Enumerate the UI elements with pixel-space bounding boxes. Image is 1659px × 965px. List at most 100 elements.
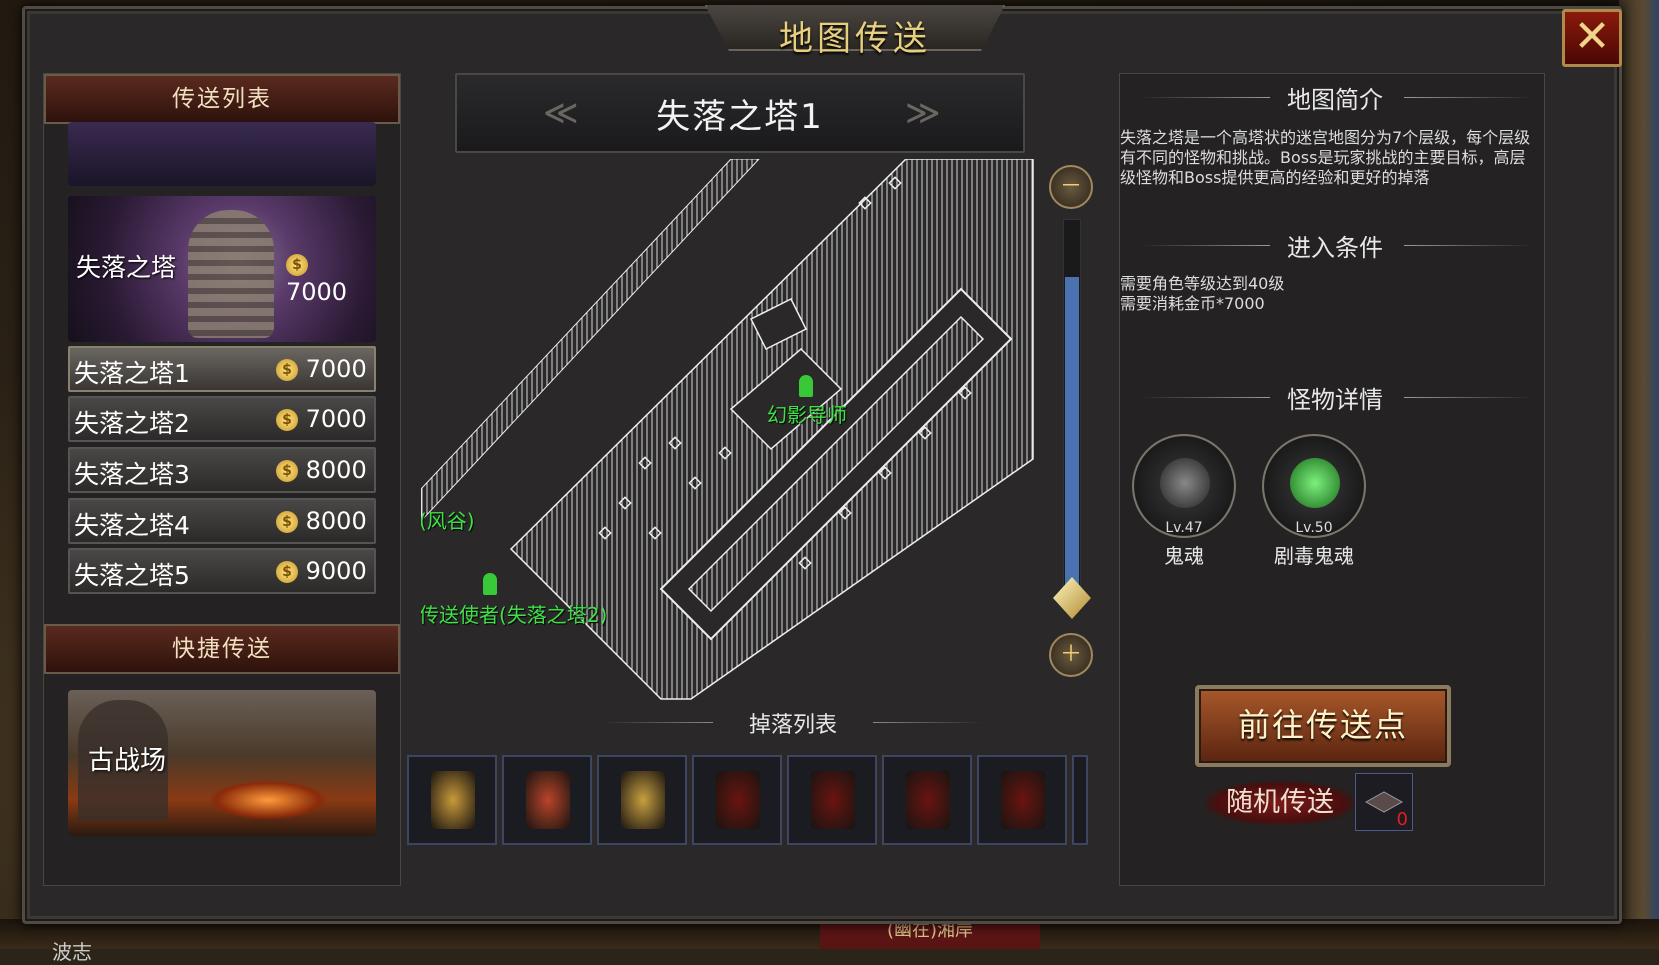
random-teleport-button[interactable]: 随机传送 (1205, 781, 1355, 825)
map-label-wind-valley[interactable]: (风谷) (421, 505, 475, 534)
monster-portrait-poison-ghost[interactable]: Lv.50 (1262, 434, 1366, 538)
quick-card-ancient-battlefield[interactable]: 古战场 (68, 690, 376, 836)
next-map-arrow[interactable]: ≫ (905, 93, 941, 133)
drop-slot[interactable] (692, 755, 782, 845)
random-teleport-item-slot[interactable]: 0 (1355, 773, 1413, 831)
drop-slot-partial[interactable] (1072, 755, 1088, 845)
header-line-left (1140, 245, 1270, 246)
red-book-icon (1001, 771, 1045, 829)
price-value: 7000 (305, 405, 367, 433)
window-title: 地图传送 (779, 19, 931, 59)
drop-slot[interactable] (597, 755, 687, 845)
monster-header: 怪物详情 (1120, 380, 1544, 414)
level-item-4[interactable]: 失落之塔4 $ 8000 (68, 498, 376, 544)
condition-level: 需要角色等级达到40级 (1120, 274, 1285, 293)
map-teleport-window: 地图传送 ✕ 传送列表 失落之塔 $ 7000 失落之塔1 $ 7000 失落之… (22, 5, 1622, 924)
npc-label-teleporter[interactable]: 传送使者(失落之塔2) (421, 599, 607, 628)
gold-coin-icon: $ (276, 359, 298, 381)
header-line-left (603, 722, 713, 723)
map-card-lost-tower[interactable]: 失落之塔 $ 7000 (68, 196, 376, 342)
npc-label-phantom[interactable]: 幻影导师 (767, 399, 847, 428)
tower-image (188, 210, 274, 338)
red-book-icon (811, 771, 855, 829)
header-line-right (1404, 397, 1534, 398)
header-line-right (1404, 245, 1534, 246)
fire-image (208, 780, 328, 820)
drop-slot[interactable] (787, 755, 877, 845)
world-edge-right (1619, 0, 1659, 949)
price-value: 7000 (286, 278, 348, 306)
magnifier-plus-icon: ＋ (1059, 642, 1082, 667)
magnifier-minus-icon: － (1059, 174, 1082, 199)
npc-marker-teleporter[interactable] (483, 573, 497, 595)
gold-coin-icon: $ (276, 460, 298, 482)
level-item-3[interactable]: 失落之塔3 $ 8000 (68, 447, 376, 493)
drop-list-header: 掉落列表 (593, 707, 993, 738)
level-item-1[interactable]: 失落之塔1 $ 7000 (68, 346, 376, 392)
zoom-slider-fill (1065, 276, 1079, 598)
level-name: 失落之塔4 (74, 511, 190, 540)
drop-slot[interactable] (882, 755, 972, 845)
zoom-slider-track[interactable] (1063, 219, 1081, 599)
world-bottom-left-text: 波志 (52, 940, 92, 964)
map-title-bar: ≪ 失落之塔1 ≫ (455, 73, 1025, 153)
monster-level: Lv.47 (1165, 520, 1203, 536)
maze-map-svg (421, 159, 1034, 700)
monster-portrait-ghost[interactable]: Lv.47 (1132, 434, 1236, 538)
header-line-right (873, 722, 983, 723)
gold-coin-icon: $ (276, 511, 298, 533)
close-button[interactable]: ✕ (1562, 9, 1622, 67)
level-name: 失落之塔2 (74, 409, 190, 438)
zoom-in-button[interactable]: ＋ (1049, 633, 1093, 677)
price-value: 8000 (305, 456, 367, 484)
quick-teleport-header: 快捷传送 (44, 624, 400, 674)
red-book-icon (716, 771, 760, 829)
level-price: $ 7000 (276, 355, 367, 383)
price-value: 7000 (305, 355, 367, 383)
zoom-out-button[interactable]: － (1049, 165, 1093, 209)
price-value: 9000 (305, 557, 367, 585)
demon-eye-icon (526, 771, 570, 829)
drop-slot[interactable] (977, 755, 1067, 845)
level-price: $ 8000 (276, 456, 367, 484)
header-line-right (1404, 97, 1534, 98)
amber-gem-icon (431, 771, 475, 829)
level-price: $ 9000 (276, 557, 367, 585)
drop-list-title: 掉落列表 (748, 713, 837, 738)
level-name: 失落之塔3 (74, 460, 190, 489)
condition-header: 进入条件 (1120, 228, 1544, 262)
item-count: 0 (1396, 809, 1408, 830)
intro-text: 失落之塔是一个高塔状的迷宫地图分为7个层级，每个层级有不同的怪物和挑战。Boss… (1120, 128, 1531, 187)
map-card-previous[interactable] (68, 122, 376, 186)
skull-key-icon (621, 771, 665, 829)
intro-header: 地图简介 (1120, 80, 1544, 114)
level-price: $ 7000 (276, 405, 367, 433)
red-book-icon (906, 771, 950, 829)
intro-title: 地图简介 (1287, 86, 1383, 114)
map-card-price: $ 7000 (286, 250, 376, 306)
monster-name-ghost: 鬼魂 (1164, 544, 1204, 568)
level-price: $ 8000 (276, 507, 367, 535)
monster-level: Lv.50 (1295, 520, 1333, 536)
map-card-name: 失落之塔 (76, 253, 177, 282)
gold-coin-icon: $ (276, 561, 298, 583)
monster-name-poison-ghost: 剧毒鬼魂 (1274, 544, 1354, 568)
drop-slot[interactable] (502, 755, 592, 845)
level-item-2[interactable]: 失落之塔2 $ 7000 (68, 396, 376, 442)
gold-coin-icon: $ (286, 254, 308, 276)
condition-gold: 需要消耗金币*7000 (1120, 294, 1265, 313)
header-line-left (1140, 97, 1270, 98)
quick-card-name: 古战场 (88, 746, 167, 776)
npc-marker-phantom[interactable] (799, 375, 813, 397)
minimap-view[interactable]: 幻影导师 (风谷) 传送使者(失落之塔2) (421, 159, 1093, 719)
condition-title: 进入条件 (1287, 234, 1383, 262)
drop-slot[interactable] (407, 755, 497, 845)
poison-ghost-icon (1290, 458, 1340, 508)
level-item-5[interactable]: 失落之塔5 $ 9000 (68, 548, 376, 594)
level-name: 失落之塔5 (74, 561, 190, 590)
left-panel: 传送列表 失落之塔 $ 7000 失落之塔1 $ 7000 失落之塔2 $ 70… (43, 73, 401, 886)
level-name: 失落之塔1 (74, 359, 190, 388)
header-line-left (1140, 397, 1270, 398)
go-to-teleport-button[interactable]: 前往传送点 (1195, 685, 1451, 767)
gold-coin-icon: $ (276, 409, 298, 431)
